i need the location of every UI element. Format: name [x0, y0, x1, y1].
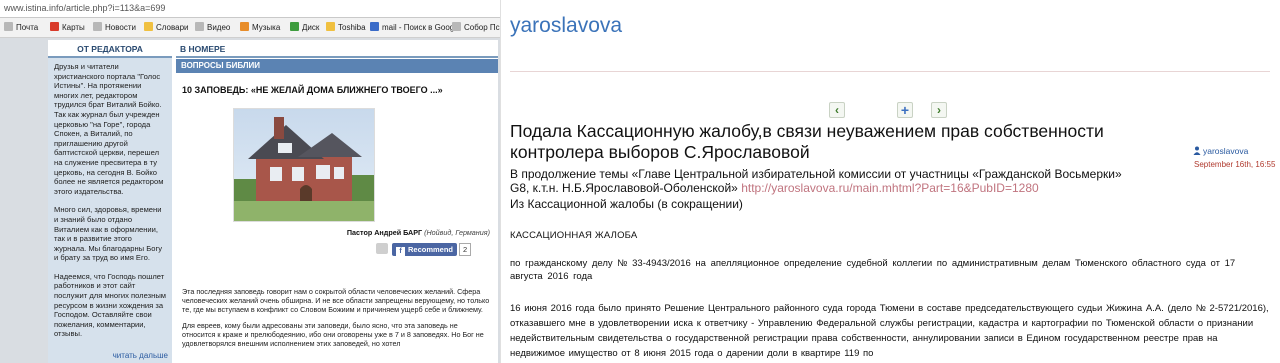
map-icon	[50, 22, 59, 31]
disk-icon	[290, 22, 299, 31]
news-icon	[93, 22, 102, 31]
chevron-right-icon: ›	[937, 103, 941, 117]
issue-heading: В НОМЕРЕ	[176, 40, 498, 58]
case-line: по гражданскому делу № 33-4943/2016 на а…	[510, 258, 1236, 282]
section-bar: ВОПРОСЫ БИБЛИИ	[176, 59, 498, 73]
editor-paragraph: Много сил, здоровья, времени и знаний бы…	[54, 205, 163, 263]
blog-name[interactable]: yaroslavova	[510, 14, 622, 38]
music-icon	[240, 22, 249, 31]
dictionary-icon	[144, 22, 153, 31]
divider	[510, 71, 1270, 72]
post-title: Подала Кассационную жалобу,в связи неува…	[510, 121, 1104, 162]
bookmark-google-search[interactable]: mail - Поиск в Googl	[370, 22, 456, 34]
blog-page: yaroslavova ‹ + › Подала Кассационную жа…	[500, 0, 1280, 363]
share-bar: f Recommend 2	[376, 243, 472, 257]
post-paragraph: 16 июня 2016 года было принято Решение Ц…	[510, 303, 1269, 359]
page-icon	[452, 22, 461, 31]
editor-paragraph: Надеемся, что Господь пошлет работников …	[54, 271, 167, 339]
bookmark-karty[interactable]: Карты	[50, 22, 85, 34]
bookmark-toshiba[interactable]: Toshiba	[326, 22, 366, 34]
editor-paragraph: Друзья и читатели христианского портала …	[54, 62, 164, 196]
mail-icon	[4, 22, 13, 31]
read-more-link[interactable]: читать дальше	[113, 351, 168, 360]
facebook-recommend-button[interactable]: f Recommend	[392, 243, 458, 256]
house-photo	[233, 108, 375, 222]
istina-page: ОТ РЕДАКТОРА Друзья и читатели христианс…	[48, 40, 498, 363]
bookmark-disk[interactable]: Диск	[290, 22, 319, 34]
bookmark-novosti[interactable]: Новости	[93, 22, 136, 34]
printer-icon[interactable]	[376, 243, 388, 254]
facebook-icon: f	[396, 247, 405, 256]
post-intro: В продолжение темы «Главе Центральной из…	[510, 167, 1140, 211]
bookmark-video[interactable]: Видео	[195, 22, 230, 34]
google-icon	[370, 22, 379, 31]
intro-line: Из Кассационной жалобы (в сокращении)	[510, 197, 743, 211]
address-bar[interactable]: www.istina.info/article.php?i=113&a=699	[0, 0, 500, 18]
bookmark-sobor-pskov[interactable]: Собор Псков	[452, 22, 500, 34]
video-icon	[195, 22, 204, 31]
photo-caption: Пастор Андрей БАРГ (Нойвид, Германия)	[346, 228, 490, 237]
post-date: September 16th, 16:55	[1194, 160, 1276, 169]
article-paragraph: Для евреев, кому были адресованы эти зап…	[182, 320, 484, 349]
user-icon	[1193, 146, 1201, 155]
plus-icon: +	[900, 102, 910, 118]
bookmarks-bar: Почта Карты Новости Словари Видео Музыка…	[0, 18, 500, 38]
editor-column: ОТ РЕДАКТОРА Друзья и читатели христианс…	[48, 40, 172, 363]
recommend-count: 2	[459, 243, 472, 256]
intro-link[interactable]: http://yaroslavova.ru/main.mhtml?Part=16…	[741, 181, 1039, 195]
bookmark-slovari[interactable]: Словари	[144, 22, 189, 34]
article-body: Эта последняя заповедь говорит нам о сок…	[182, 287, 492, 354]
add-button[interactable]: +	[897, 102, 913, 118]
bookmark-pochta[interactable]: Почта	[4, 22, 38, 34]
bookmark-muzyka[interactable]: Музыка	[240, 22, 280, 34]
url-text: www.istina.info/article.php?i=113&a=699	[4, 3, 166, 13]
editor-heading: ОТ РЕДАКТОРА	[48, 40, 172, 58]
post-author[interactable]: yaroslavova	[1193, 146, 1248, 156]
article-title[interactable]: 10 ЗАПОВЕДЬ: «НЕ ЖЕЛАЙ ДОМА БЛИЖНЕГО ТВО…	[182, 85, 498, 95]
prev-post-button[interactable]: ‹	[829, 102, 845, 118]
complaint-caption: КАССАЦИОННАЯ ЖАЛОБА	[510, 230, 638, 241]
issue-column: В НОМЕРЕ ВОПРОСЫ БИБЛИИ 10 ЗАПОВЕДЬ: «НЕ…	[176, 40, 498, 363]
chevron-left-icon: ‹	[835, 103, 839, 117]
article-paragraph: Эта последняя заповедь говорит нам о сок…	[182, 287, 490, 315]
embedded-browser-screenshot: www.istina.info/article.php?i=113&a=699 …	[0, 0, 500, 363]
editor-text: Друзья и читатели христианского портала …	[48, 58, 172, 339]
folder-icon	[326, 22, 335, 31]
next-post-button[interactable]: ›	[931, 102, 947, 118]
